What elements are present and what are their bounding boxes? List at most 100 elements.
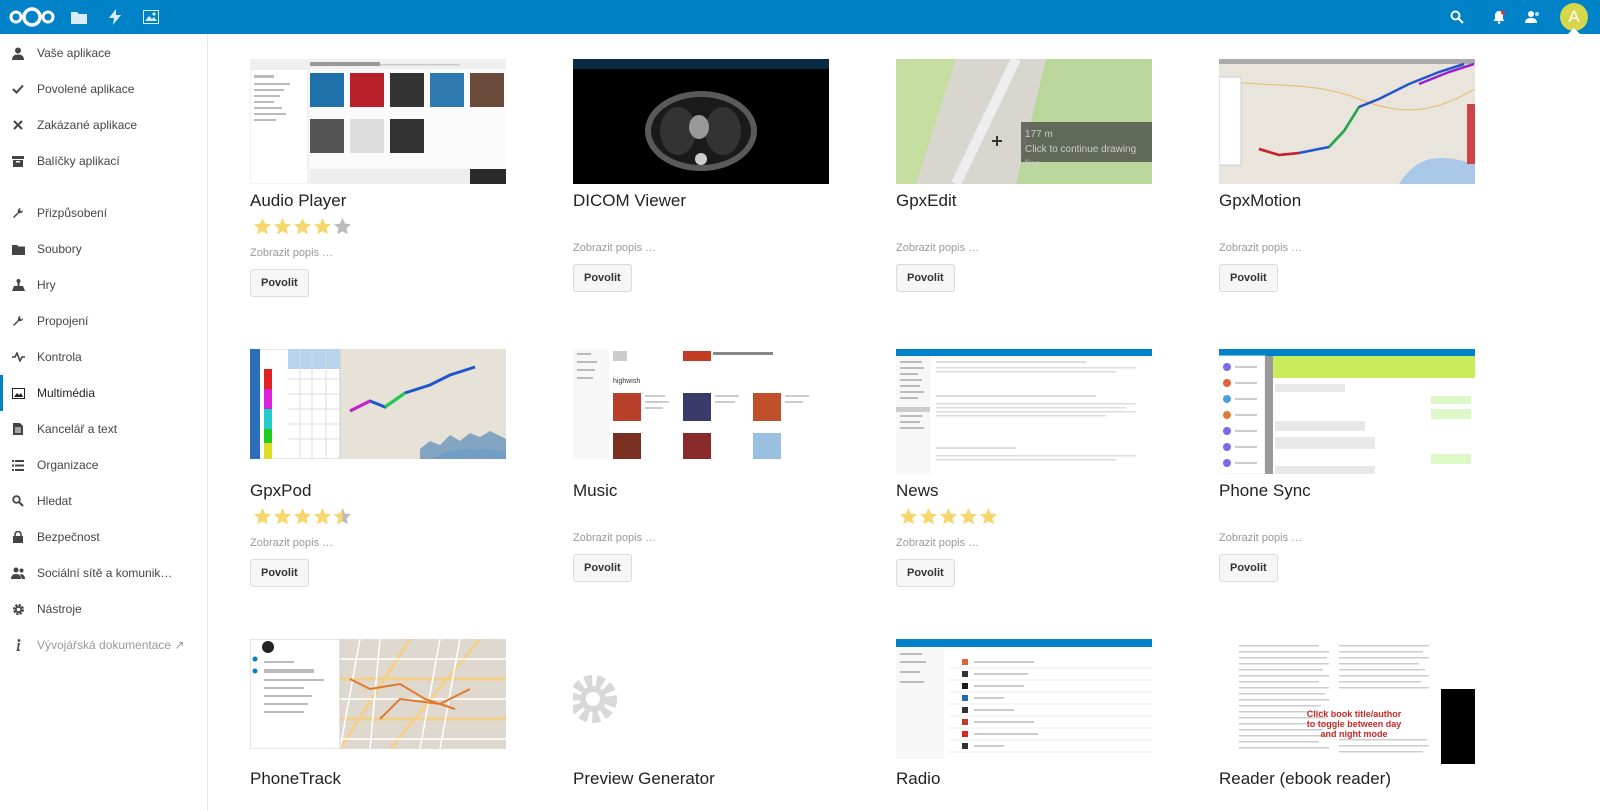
enable-button[interactable]: Povolit [1219,264,1278,292]
star-full-icon [939,507,958,525]
app-card-phone-sync: Phone Sync Zobrazit popis … Povolit [1219,349,1475,624]
app-name: GpxEdit [896,191,957,210]
image-icon [11,386,25,400]
sidebar-item-integration[interactable]: Propojení [0,303,207,339]
sidebar-item-label: Povolené aplikace [37,82,135,96]
sidebar-item-monitoring[interactable]: Kontrola [0,339,207,375]
sidebar-item-organization[interactable]: Organizace [0,447,207,483]
show-description-link[interactable]: Zobrazit popis … [250,537,333,549]
sidebar-item-social-communication[interactable]: Sociální sítě a komunik… [0,555,207,591]
enable-button[interactable]: Povolit [573,554,632,582]
gallery-icon[interactable] [140,0,162,34]
sidebar-item-label: Nástroje [37,602,82,616]
sidebar-item-label: Zakázané aplikace [37,118,138,132]
app-card-dicom-viewer: DICOM Viewer Zobrazit popis … Povolit [573,59,829,334]
nextcloud-logo-icon[interactable] [6,0,58,34]
user-avatar[interactable]: A [1560,3,1588,31]
sidebar-item-security[interactable]: Bezpečnost [0,519,207,555]
star-full-icon [899,507,918,525]
app-card-music: highwish Music Zobrazit popis … Povolit [573,349,829,624]
star-full-icon [293,217,312,235]
enable-button[interactable]: Povolit [896,559,955,587]
sidebar-item-label: Kontrola [37,350,82,364]
app-card-phonetrack: PhoneTrack [250,639,506,811]
app-name: News [896,481,939,500]
app-screenshot[interactable] [896,349,1152,474]
app-name: GpxPod [250,481,312,500]
wrench-icon [11,206,25,220]
close-icon [11,118,25,132]
app-name: Audio Player [250,191,347,210]
integration-icon [11,314,25,328]
app-screenshot[interactable] [250,639,506,749]
reader-hint-text: Click book title/author to toggle betwee… [1306,709,1402,739]
star-full-icon [273,507,292,525]
enable-button[interactable]: Povolit [250,559,309,587]
gear-icon [573,675,617,723]
sidebar-item-games[interactable]: Hry [0,267,207,303]
sidebar-item-your-apps[interactable]: Vaše aplikace [0,35,207,71]
star-rating [899,507,998,526]
show-description-link[interactable]: Zobrazit popis … [1219,532,1302,544]
app-screenshot[interactable] [1219,349,1475,474]
app-card-gpxpod: GpxPod Zobrazit popis … Povolit [250,349,506,624]
sidebar-item-developer-docs[interactable]: Vývojářská dokumentace ↗ [0,627,207,663]
sidebar-item-label: Hry [37,278,56,292]
show-description-link[interactable]: Zobrazit popis … [896,537,979,549]
show-description-link[interactable]: Zobrazit popis … [573,532,656,544]
show-description-link[interactable]: Zobrazit popis … [573,242,656,254]
app-screenshot-placeholder[interactable] [573,639,829,749]
show-description-link[interactable]: Zobrazit popis … [1219,242,1302,254]
info-icon [11,638,25,652]
games-icon [11,278,25,292]
app-card-gpxmotion: GpxMotion Zobrazit popis … Povolit [1219,59,1475,334]
activity-icon[interactable] [104,0,126,34]
enable-button[interactable]: Povolit [896,264,955,292]
enable-button[interactable]: Povolit [573,264,632,292]
search-icon [11,494,25,508]
app-screenshot[interactable] [250,349,506,459]
sidebar-item-enabled-apps[interactable]: Povolené aplikace [0,71,207,107]
social-icon [11,566,25,580]
music-album-title: highwish [613,378,641,385]
search-icon[interactable] [1446,0,1468,34]
sidebar-item-customization[interactable]: Přizpůsobení [0,195,207,231]
files-icon[interactable] [68,0,90,34]
app-screenshot[interactable] [250,59,506,184]
sidebar-item-label: Multimédia [37,386,96,400]
show-description-link[interactable]: Zobrazit popis … [250,247,333,259]
lock-icon [11,530,25,544]
app-screenshot[interactable]: highwish [573,349,829,459]
app-screenshot[interactable] [1219,59,1475,184]
sidebar-item-app-bundles[interactable]: Balíčky aplikací [0,143,207,179]
app-name: Preview Generator [573,769,715,788]
sidebar-item-label: Hledat [37,494,72,508]
app-screenshot[interactable]: 177 m Click to continue drawing line [896,59,1152,184]
sidebar-item-tools[interactable]: Nástroje [0,591,207,627]
app-screenshot[interactable]: Click book title/author to toggle betwee… [1219,639,1475,764]
sidebar-item-files[interactable]: Soubory [0,231,207,267]
sidebar-item-office-text[interactable]: Kancelář a text [0,411,207,447]
app-card-news: News Zobrazit popis … Povolit [896,349,1152,624]
sidebar-item-label: Balíčky aplikací [37,154,120,168]
sidebar-item-label: Bezpečnost [37,530,100,544]
app-screenshot[interactable] [896,639,1152,759]
app-card-preview-generator: Preview Generator [573,639,829,811]
sidebar-item-disabled-apps[interactable]: Zakázané aplikace [0,107,207,143]
notifications-bell-icon[interactable] [1488,0,1510,34]
app-name: Music [573,481,618,500]
sidebar-item-search[interactable]: Hledat [0,483,207,519]
enable-button[interactable]: Povolit [1219,554,1278,582]
show-description-link[interactable]: Zobrazit popis … [896,242,979,254]
app-name: Radio [896,769,941,788]
sidebar-item-multimedia[interactable]: Multimédia [0,375,207,411]
app-screenshot[interactable] [573,59,829,184]
enable-button[interactable]: Povolit [250,269,309,297]
star-half-icon [333,507,352,525]
star-rating [253,507,352,526]
sidebar-item-label: Organizace [37,458,99,472]
contacts-icon[interactable] [1522,0,1544,34]
star-full-icon [313,507,332,525]
star-full-icon [253,507,272,525]
map-tooltip: 177 m Click to continue drawing line [1021,122,1152,170]
